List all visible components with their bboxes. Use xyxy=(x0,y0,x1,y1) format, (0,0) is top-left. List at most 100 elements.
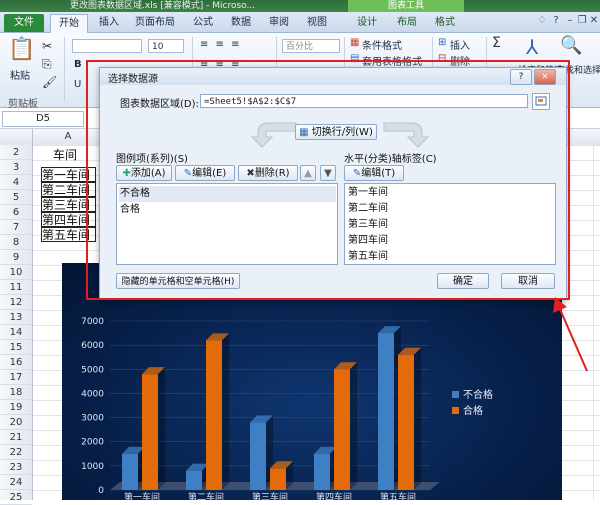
row-header[interactable]: 5 xyxy=(0,190,32,205)
row-header[interactable]: 13 xyxy=(0,310,32,325)
bar xyxy=(122,453,138,490)
bar xyxy=(250,422,266,490)
tab-view[interactable]: 视图 xyxy=(302,14,332,32)
window-title: 更改图表数据区域.xls [兼容模式] - Microso... xyxy=(70,1,256,11)
insert-button[interactable]: 插入 xyxy=(450,37,470,52)
window-title-bar: 更改图表数据区域.xls [兼容模式] - Microso... 图表工具 xyxy=(0,0,600,12)
chart-tools-context-label: 图表工具 xyxy=(348,0,464,12)
tab-home[interactable]: 开始 xyxy=(50,14,88,33)
legend-label: 不合格 xyxy=(463,388,493,401)
red-annotation-arrow xyxy=(553,297,588,372)
y-tick-label: 0 xyxy=(98,486,104,496)
tab-layout[interactable]: 布局 xyxy=(392,14,422,32)
paste-icon[interactable]: 📋 xyxy=(8,37,35,62)
find-select-icon[interactable]: 🔍 xyxy=(560,35,582,56)
bar xyxy=(378,333,394,490)
select-all-corner[interactable] xyxy=(0,129,33,145)
bar-side xyxy=(414,347,421,490)
close-icon[interactable]: ✕ xyxy=(588,14,600,28)
y-tick-label: 6000 xyxy=(81,341,104,351)
x-tick-label: 第一车间 xyxy=(124,491,160,500)
bar-side xyxy=(222,333,229,490)
tab-file[interactable]: 文件 xyxy=(4,14,44,32)
row-header[interactable]: 12 xyxy=(0,295,32,310)
tab-review[interactable]: 审阅 xyxy=(264,14,294,32)
row-header[interactable]: 11 xyxy=(0,280,32,295)
y-tick-label: 3000 xyxy=(81,414,104,424)
x-tick-label: 第五车间 xyxy=(380,491,416,500)
tab-design[interactable]: 设计 xyxy=(352,14,382,32)
x-tick-label: 第二车间 xyxy=(188,491,224,500)
copy-icon[interactable]: ⎘ xyxy=(42,57,52,72)
font-name-box[interactable] xyxy=(72,39,142,53)
legend-label: 合格 xyxy=(463,404,483,417)
row-header[interactable]: 15 xyxy=(0,340,32,355)
ribbon-tab-bar: 文件 开始 插入 页面布局 公式 数据 审阅 视图 设计 布局 格式 ♢ ? –… xyxy=(0,12,600,33)
row-header[interactable]: 9 xyxy=(0,250,32,265)
bold-icon[interactable]: B xyxy=(74,59,82,70)
collapse-ribbon-icon[interactable]: ♢ xyxy=(536,14,548,28)
y-tick-label: 2000 xyxy=(81,438,104,448)
name-box[interactable]: D5 xyxy=(2,111,84,127)
bar xyxy=(314,453,330,490)
row-header[interactable]: 24 xyxy=(0,475,32,490)
bar-side xyxy=(350,362,357,490)
row-header[interactable]: 16 xyxy=(0,355,32,370)
red-annotation-frame xyxy=(86,60,570,300)
row-header[interactable]: 4 xyxy=(0,175,32,190)
x-tick-label: 第四车间 xyxy=(316,491,352,500)
row-header-column: 2 3 4 5 6 7 8 9 10 11 12 13 14 15 16 17 … xyxy=(0,145,33,505)
format-painter-icon[interactable]: 🖌 xyxy=(42,75,57,89)
insert-cells-icon[interactable]: ⊞ xyxy=(438,37,446,48)
align-top-icon[interactable]: ≡ ≡ ≡ xyxy=(200,39,242,50)
paste-label[interactable]: 粘贴 xyxy=(10,67,30,82)
legend-swatch xyxy=(452,391,459,398)
number-format-box[interactable]: 百分比 xyxy=(282,39,340,53)
tab-format[interactable]: 格式 xyxy=(430,14,460,32)
row-header[interactable]: 21 xyxy=(0,430,32,445)
bar xyxy=(206,340,222,490)
bar-side xyxy=(158,367,165,490)
legend-swatch xyxy=(452,407,459,414)
bar xyxy=(398,354,414,490)
row-header[interactable]: 25 xyxy=(0,490,32,505)
ribbon-separator xyxy=(64,37,65,101)
bar xyxy=(334,369,350,490)
bar xyxy=(142,374,158,490)
y-tick-label: 4000 xyxy=(81,389,104,399)
y-tick-label: 5000 xyxy=(81,365,104,375)
row-header[interactable]: 20 xyxy=(0,415,32,430)
tab-insert[interactable]: 插入 xyxy=(94,14,124,32)
row-header[interactable]: 14 xyxy=(0,325,32,340)
row-header[interactable]: 23 xyxy=(0,460,32,475)
bar xyxy=(270,468,286,490)
bar xyxy=(186,470,202,490)
row-header[interactable]: 7 xyxy=(0,220,32,235)
y-tick-label: 1000 xyxy=(81,462,104,472)
row-header[interactable]: 6 xyxy=(0,205,32,220)
x-tick-label: 第三车间 xyxy=(252,491,288,500)
row-header[interactable]: 10 xyxy=(0,265,32,280)
autosum-icon[interactable]: Σ xyxy=(492,35,501,51)
minimize-icon[interactable]: – xyxy=(564,14,576,28)
row-header[interactable]: 19 xyxy=(0,400,32,415)
y-tick-label: 7000 xyxy=(81,317,104,327)
window-controls: ♢ ? – ❐ ✕ xyxy=(536,14,599,30)
row-header[interactable]: 3 xyxy=(0,160,32,175)
row-header[interactable]: 18 xyxy=(0,385,32,400)
cut-icon[interactable]: ✂ xyxy=(42,39,52,53)
row-header[interactable]: 2 xyxy=(0,145,32,160)
font-size-box[interactable]: 10 xyxy=(148,39,184,53)
row-header[interactable]: 22 xyxy=(0,445,32,460)
conditional-format-icon[interactable]: ▦ xyxy=(350,37,359,48)
conditional-format-button[interactable]: 条件格式 xyxy=(362,37,402,52)
row-header[interactable]: 8 xyxy=(0,235,32,250)
tab-data[interactable]: 数据 xyxy=(226,14,256,32)
underline-icon[interactable]: U xyxy=(74,79,81,90)
tab-formulas[interactable]: 公式 xyxy=(188,14,218,32)
tab-page-layout[interactable]: 页面布局 xyxy=(130,14,180,32)
sort-filter-icon[interactable]: ⅄ xyxy=(526,35,538,59)
row-header[interactable]: 17 xyxy=(0,370,32,385)
help-icon[interactable]: ? xyxy=(550,14,562,28)
restore-icon[interactable]: ❐ xyxy=(576,14,588,28)
